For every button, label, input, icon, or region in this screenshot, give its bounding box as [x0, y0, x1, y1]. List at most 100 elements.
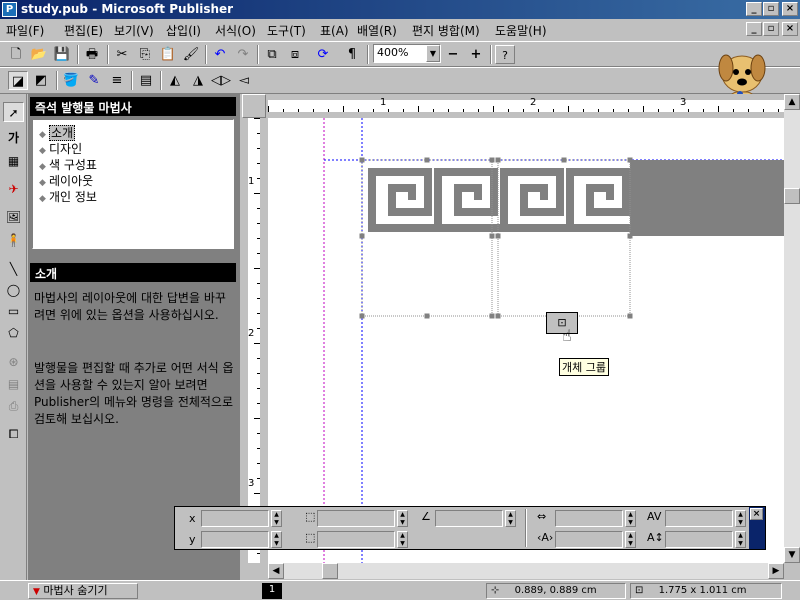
menu-mail-merge[interactable]: 편지 병합(M) — [412, 22, 480, 39]
flip-vertical-icon[interactable]: ◅ — [234, 71, 254, 90]
y-spinner[interactable]: ▲ ▼ — [271, 531, 282, 548]
char-spacing-field[interactable] — [555, 510, 623, 527]
new-icon[interactable]: 🗋 — [6, 45, 26, 64]
close-icon[interactable]: × — [750, 508, 763, 520]
ruler-corner[interactable] — [242, 94, 266, 118]
scroll-up-icon[interactable]: ▲ — [784, 94, 800, 110]
kerning-spinner[interactable]: ▲ ▼ — [735, 510, 746, 527]
undo-icon[interactable]: ↶ — [210, 45, 230, 64]
kerning-field[interactable] — [665, 510, 733, 527]
bring-front-icon[interactable]: ⧉ — [262, 45, 282, 64]
close-button[interactable]: × — [782, 2, 798, 16]
height-spinner[interactable]: ▲ ▼ — [397, 531, 408, 548]
cut-icon[interactable]: ✂ — [112, 45, 132, 64]
scroll-down-icon[interactable]: ▼ — [784, 547, 800, 563]
menu-format[interactable]: 서식(O) — [215, 22, 256, 39]
char-spacing-spinner[interactable]: ▲ ▼ — [625, 510, 636, 527]
pointer-icon[interactable]: ➚ — [3, 102, 24, 122]
wizard-item-color-scheme[interactable]: ◆ 색 구성표 — [39, 156, 97, 173]
doc-close-button[interactable]: × — [782, 22, 798, 36]
line-color-icon[interactable]: ✎ — [84, 71, 104, 90]
vertical-scrollbar[interactable]: ▲ ▼ — [784, 94, 800, 563]
y-position-field[interactable] — [201, 531, 269, 548]
text-scale-spinner[interactable]: ▲ ▼ — [625, 531, 636, 548]
minimize-button[interactable]: _ — [746, 2, 762, 16]
publisher-icon[interactable]: P — [2, 2, 17, 17]
redo-icon[interactable]: ↷ — [233, 45, 253, 64]
menu-insert[interactable]: 삽입(I) — [166, 22, 201, 39]
table-frame-icon[interactable]: ▦ — [3, 151, 24, 171]
menu-help[interactable]: 도움말(H) — [495, 22, 547, 39]
picture-frame-icon[interactable]: 🖼 — [3, 207, 24, 227]
open-icon[interactable]: 📂 — [29, 45, 49, 64]
rotate-right-icon[interactable]: ◮ — [188, 71, 208, 90]
html-fragment-icon[interactable]: ⎙ — [3, 396, 24, 416]
page-indicator[interactable]: 1 — [262, 583, 282, 599]
horizontal-scrollbar[interactable]: ◀ ▶ — [268, 563, 784, 579]
rotation-field[interactable] — [435, 510, 503, 527]
fill-color-icon[interactable]: 🪣 — [61, 71, 81, 90]
wizard-item-layout[interactable]: ◆ 레이아웃 — [39, 172, 93, 189]
scroll-left-icon[interactable]: ◀ — [268, 563, 284, 579]
frame-tool-icon[interactable]: ◪ — [8, 71, 28, 90]
text-scale-field[interactable] — [555, 531, 623, 548]
doc-restore-button[interactable]: ▫ — [763, 22, 779, 36]
text-frame-icon[interactable]: 가 — [3, 128, 24, 148]
width-field[interactable] — [317, 510, 395, 527]
paragraph-icon[interactable]: ¶ — [342, 45, 362, 64]
zoom-in-button[interactable]: + — [466, 45, 486, 64]
horizontal-ruler[interactable]: 1 2 3 — [268, 94, 788, 118]
rotate-left-icon[interactable]: ◭ — [165, 71, 185, 90]
hide-wizard-button[interactable]: ▼ 마법사 숨기기 — [28, 583, 138, 599]
format-painter-icon[interactable]: 🖌 — [181, 45, 201, 64]
vertical-ruler[interactable]: 1 2 3 — [242, 118, 266, 563]
width-spinner[interactable]: ▲ ▼ — [397, 510, 408, 527]
menu-view[interactable]: 보기(V) — [114, 22, 154, 39]
design-gallery-icon[interactable]: ⧠ — [3, 424, 24, 444]
scroll-right-icon[interactable]: ▶ — [768, 563, 784, 579]
paste-icon[interactable]: 📋 — [158, 45, 178, 64]
scroll-thumb[interactable] — [322, 563, 338, 579]
x-spinner[interactable]: ▲ ▼ — [271, 510, 282, 527]
form-control-icon[interactable]: ▤ — [3, 374, 24, 394]
rectangle-tool-icon[interactable]: ▭ — [3, 301, 24, 321]
print-icon[interactable]: 🖶 — [82, 45, 102, 64]
wizard-item-personal-info[interactable]: ◆ 개인 정보 — [39, 188, 97, 205]
shadow-icon[interactable]: ◩ — [31, 71, 51, 90]
help-icon[interactable]: ? — [495, 45, 515, 64]
toolbar-caption[interactable]: × — [749, 507, 765, 549]
zoom-select[interactable]: 400% ▼ — [373, 44, 441, 63]
oval-tool-icon[interactable]: ◯ — [3, 280, 24, 300]
hotspot-icon[interactable]: ⊛ — [3, 352, 24, 372]
menu-edit[interactable]: 편집(E) — [64, 22, 103, 39]
save-icon[interactable]: 💾 — [52, 45, 72, 64]
rotate-icon[interactable]: ⟳ — [313, 45, 333, 64]
wordart-icon[interactable]: ✈ — [3, 179, 24, 199]
menu-tools[interactable]: 도구(T) — [267, 22, 306, 39]
zoom-out-button[interactable]: − — [443, 45, 463, 64]
copy-icon[interactable]: ⎘ — [135, 45, 155, 64]
menu-arrange[interactable]: 배열(R) — [357, 22, 397, 39]
doc-minimize-button[interactable]: _ — [746, 22, 762, 36]
line-tool-icon[interactable]: ╲ — [3, 259, 24, 279]
publication-canvas[interactable]: ⊡ ☝ 개체 그룹 — [268, 118, 788, 563]
menu-table[interactable]: 표(A) — [320, 22, 349, 39]
custom-shapes-icon[interactable]: ⬠ — [3, 323, 24, 343]
menu-file[interactable]: 파일(F) — [6, 22, 44, 39]
properties-icon[interactable]: ▤ — [136, 71, 156, 90]
height-field[interactable] — [317, 531, 395, 548]
line-spacing-field[interactable] — [665, 531, 733, 548]
wizard-item-intro[interactable]: ◆ 소개 — [39, 124, 76, 141]
line-spacing-spinner[interactable]: ▲ ▼ — [735, 531, 746, 548]
wizard-item-design[interactable]: ◆ 디자인 — [39, 140, 82, 157]
maximize-button[interactable]: ▫ — [763, 2, 779, 16]
chevron-down-icon[interactable]: ▼ — [426, 45, 440, 62]
char-spacing-icon: ⇔ — [537, 510, 547, 523]
scroll-thumb[interactable] — [784, 188, 800, 204]
clip-gallery-icon[interactable]: 🧍 — [3, 230, 24, 250]
rotation-spinner[interactable]: ▲ ▼ — [505, 510, 516, 527]
send-back-icon[interactable]: ⧈ — [285, 45, 305, 64]
line-style-icon[interactable]: ≡ — [107, 71, 127, 90]
flip-horizontal-icon[interactable]: ◁▷ — [211, 71, 231, 90]
x-position-field[interactable] — [201, 510, 269, 527]
